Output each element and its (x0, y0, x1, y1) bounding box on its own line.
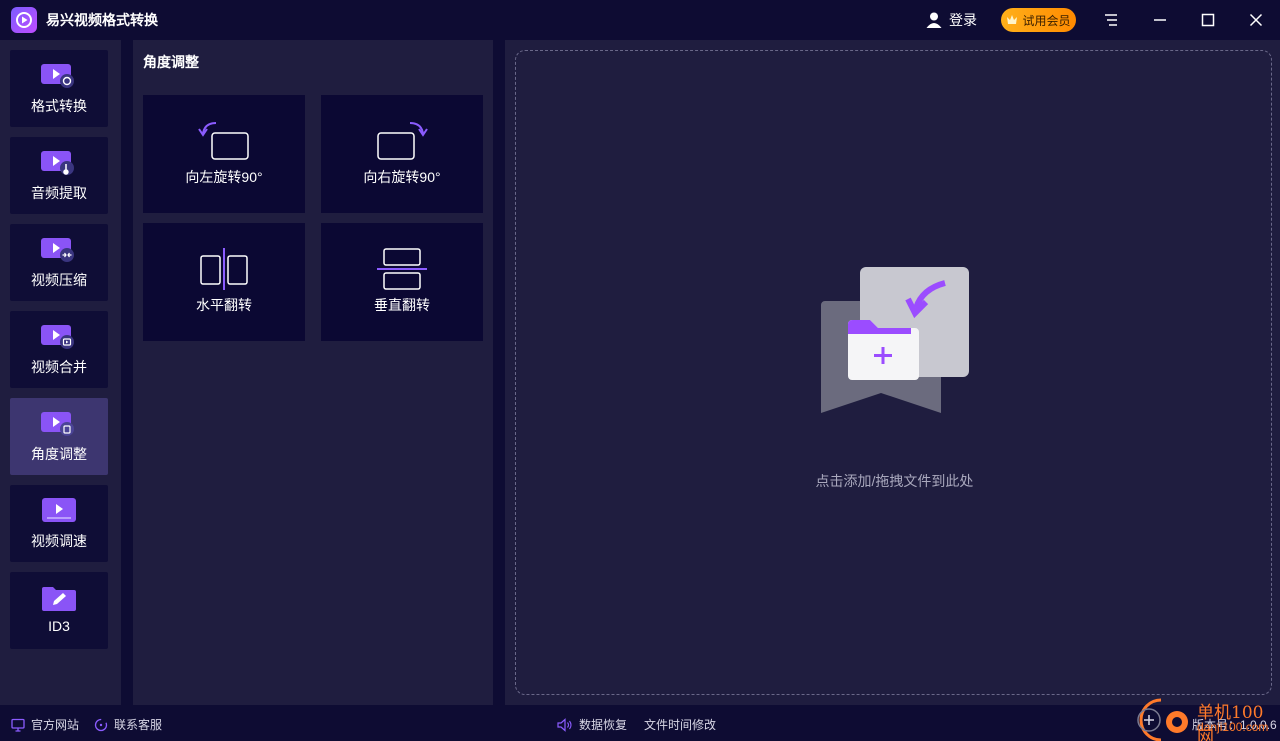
rotate-left-button[interactable]: 向左旋转90° (143, 95, 305, 213)
menu-icon[interactable] (1101, 10, 1121, 30)
speaker-icon (557, 717, 572, 732)
flip-horizontal-button[interactable]: 水平翻转 (143, 223, 305, 341)
operation-label: 向右旋转90° (363, 169, 441, 185)
operation-panel: 角度调整 向左旋转90° 向右旋转90° 水平翻转 垂直翻转 (133, 40, 493, 705)
sidebar-item-label: 音频提取 (31, 185, 87, 201)
sidebar-item-label: 视频调速 (31, 533, 87, 549)
support-label: 联系客服 (114, 718, 163, 732)
maximize-icon[interactable] (1198, 10, 1218, 30)
rotate-left-icon (198, 122, 249, 160)
audio-extract-icon (41, 151, 74, 175)
sidebar-item-video-compress[interactable]: 视频压缩 (10, 224, 108, 301)
sidebar-item-label: 视频合并 (31, 359, 87, 375)
app-logo-icon (11, 7, 37, 33)
website-label: 官方网站 (31, 718, 80, 732)
video-compress-icon (41, 238, 74, 262)
sidebar-item-id3[interactable]: ID3 (10, 572, 108, 649)
file-time-label: 文件时间修改 (644, 718, 717, 732)
app-title: 易兴视频格式转换 (46, 12, 158, 28)
sidebar-item-label: 角度调整 (31, 446, 87, 462)
video-merge-icon (41, 325, 74, 349)
id3-edit-icon (42, 587, 76, 611)
sidebar-item-label: ID3 (48, 618, 70, 634)
vip-trial-button[interactable]: 试用会员 (1001, 8, 1076, 32)
login-label: 登录 (949, 12, 977, 28)
operation-label: 垂直翻转 (374, 297, 430, 313)
watermark-line2: danji100.com (1197, 720, 1269, 734)
sidebar-item-video-speed[interactable]: 视频调速 (10, 485, 108, 562)
minimize-icon[interactable] (1150, 10, 1170, 30)
flip-vertical-icon (377, 248, 427, 290)
rotate-right-button[interactable]: 向右旋转90° (321, 95, 483, 213)
drop-hint-text: 点击添加/拖拽文件到此处 (815, 473, 974, 489)
panel-title: 角度调整 (143, 54, 199, 70)
file-panel: 点击添加/拖拽文件到此处 (505, 40, 1280, 705)
title-bar: 易兴视频格式转换 登录 试用会员 (0, 0, 1280, 40)
flip-vertical-button[interactable]: 垂直翻转 (321, 223, 483, 341)
sidebar: 格式转换 音频提取 视频压缩 视频合并 角度调整 视频调速 ID3 (0, 40, 121, 705)
video-convert-icon (41, 64, 74, 88)
sidebar-item-angle-adjust[interactable]: 角度调整 (10, 398, 108, 475)
file-time-modify-link[interactable]: 文件时间修改 (644, 716, 716, 733)
data-recovery-link[interactable]: 数据恢复 (557, 716, 627, 733)
flip-horizontal-icon (200, 248, 248, 290)
sidebar-item-label: 视频压缩 (31, 272, 87, 288)
status-bar: 官方网站 联系客服 数据恢复 文件时间修改 版本号：1.0.0.6 (0, 705, 1280, 741)
angle-adjust-icon (41, 412, 74, 436)
operation-label: 向左旋转90° (185, 169, 263, 185)
user-icon (926, 12, 942, 28)
watermark-circle-icon (1137, 698, 1188, 741)
sidebar-item-video-merge[interactable]: 视频合并 (10, 311, 108, 388)
headset-icon (94, 718, 108, 731)
operation-label: 水平翻转 (196, 297, 252, 313)
vip-crown-icon (1007, 15, 1018, 24)
rotate-right-icon (377, 122, 428, 160)
sidebar-item-label: 格式转换 (31, 98, 87, 114)
monitor-icon (11, 718, 25, 732)
official-website-link[interactable]: 官方网站 (11, 716, 79, 733)
file-drop-zone[interactable]: 点击添加/拖拽文件到此处 (515, 50, 1272, 695)
login-button[interactable]: 登录 (925, 9, 977, 31)
vip-label: 试用会员 (1022, 13, 1071, 28)
add-file-folder-icon (821, 267, 969, 413)
contact-support-link[interactable]: 联系客服 (94, 716, 162, 733)
video-speed-icon (42, 498, 76, 522)
sidebar-item-audio-extract[interactable]: 音频提取 (10, 137, 108, 214)
sidebar-item-format-convert[interactable]: 格式转换 (10, 50, 108, 127)
watermark-logo: 单机100网 danji100.com (1131, 696, 1280, 741)
data-recovery-label: 数据恢复 (579, 718, 628, 732)
close-icon[interactable] (1246, 10, 1266, 30)
